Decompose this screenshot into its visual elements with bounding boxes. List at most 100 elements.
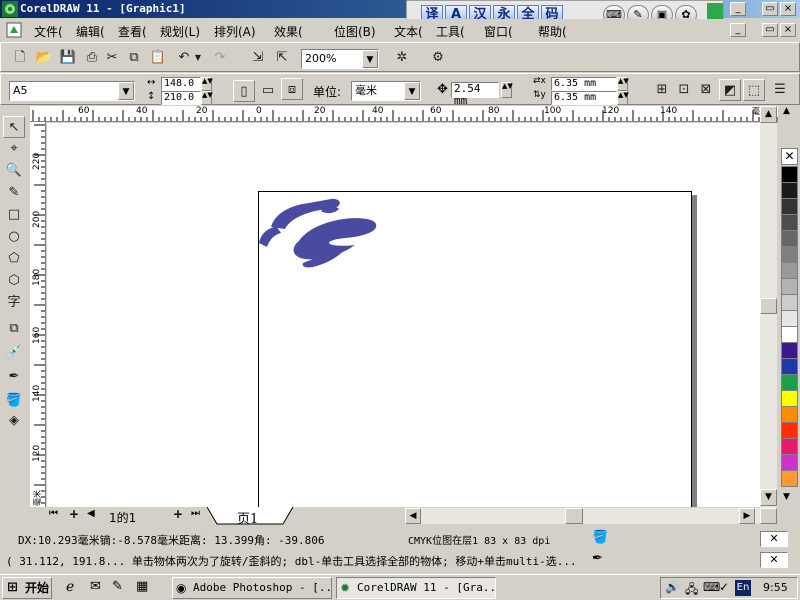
- outline-none-swatch[interactable]: ✕: [760, 552, 788, 568]
- restore-button[interactable]: ▭: [762, 2, 778, 16]
- color-swatch[interactable]: [781, 182, 798, 199]
- network-icon[interactable]: 🖧: [685, 580, 698, 600]
- corel-online-icon[interactable]: ⚙: [427, 47, 449, 69]
- color-swatch[interactable]: [781, 422, 798, 439]
- page-height-field[interactable]: 210.0 n: [161, 91, 201, 115]
- color-swatch[interactable]: [781, 438, 798, 455]
- ellipse-tool-icon[interactable]: ○: [3, 226, 25, 248]
- doc-restore-button[interactable]: ▭: [762, 23, 778, 37]
- vertical-ruler[interactable]: 220 200 180 160 140 120 毫米: [30, 122, 46, 507]
- color-swatch[interactable]: [781, 326, 798, 343]
- menu-file[interactable]: 文件(: [34, 23, 63, 40]
- pick-tool-icon[interactable]: ↖: [3, 116, 25, 138]
- polygon-tool-icon[interactable]: ⬠: [3, 248, 25, 270]
- eyedropper-tool-icon[interactable]: 💉: [3, 342, 25, 364]
- start-button[interactable]: ⊞ 开始: [2, 577, 52, 599]
- landscape-icon[interactable]: ▭: [257, 80, 279, 102]
- snap-icon[interactable]: ⊠: [695, 79, 717, 101]
- menu-bitmaps[interactable]: 位图(B): [334, 23, 376, 40]
- menu-text[interactable]: 文本(: [394, 23, 423, 40]
- chevron-down-icon[interactable]: ▼: [404, 82, 420, 100]
- palette-scroll-up-icon[interactable]: ▲: [783, 106, 790, 116]
- color-swatch[interactable]: [781, 342, 798, 359]
- menu-layout[interactable]: 规划(L): [160, 23, 200, 40]
- color-swatch[interactable]: [781, 262, 798, 279]
- copy-icon[interactable]: ⧉: [123, 47, 145, 69]
- fill-tool-icon[interactable]: 🪣: [3, 390, 25, 412]
- no-color-swatch[interactable]: ✕: [781, 148, 798, 165]
- interactive-fill-tool-icon[interactable]: ◈: [3, 410, 25, 432]
- color-swatch[interactable]: [781, 390, 798, 407]
- outlook-quicklaunch-icon[interactable]: ✉: [90, 579, 101, 594]
- nudge-field[interactable]: 2.54 mm: [451, 82, 499, 107]
- horizontal-ruler[interactable]: 60 40 20 0 20 40 60 80 100 120 140 毫米: [30, 106, 778, 122]
- menu-help[interactable]: 帮助(: [538, 23, 567, 40]
- last-page-icon[interactable]: ⏭: [191, 508, 200, 519]
- horizontal-scrollbar[interactable]: ◀ ▶: [405, 508, 760, 524]
- dup-x-spinner[interactable]: ▲▼: [617, 77, 629, 91]
- color-swatch[interactable]: [781, 358, 798, 375]
- fill-none-swatch[interactable]: ✕: [760, 531, 788, 547]
- page-width-field[interactable]: 148.0 n: [161, 77, 201, 101]
- rectangle-tool-icon[interactable]: □: [3, 204, 25, 226]
- color-swatch[interactable]: [781, 470, 798, 487]
- color-swatch[interactable]: [781, 230, 798, 247]
- taskbar-photoshop[interactable]: ◉ Adobe Photoshop - [...: [172, 577, 332, 599]
- ime-tray-icon[interactable]: ⌨: [703, 580, 720, 594]
- taskbar-coreldraw[interactable]: ✹ CorelDRAW 11 - [Gra...: [336, 577, 496, 599]
- logo-bitmap[interactable]: [251, 189, 391, 289]
- color-swatch[interactable]: [781, 406, 798, 423]
- language-indicator[interactable]: En: [735, 580, 751, 596]
- add-page-after-icon[interactable]: +: [173, 507, 183, 521]
- add-page-before-icon[interactable]: +: [69, 507, 79, 521]
- color-swatch[interactable]: [781, 374, 798, 391]
- ie-quicklaunch-icon[interactable]: ℯ: [66, 579, 74, 595]
- treat-as-filled-icon[interactable]: ◩: [719, 79, 741, 101]
- unit-combo[interactable]: 毫米 ▼: [351, 81, 421, 101]
- text-tool-icon[interactable]: 字: [3, 292, 25, 314]
- color-swatch[interactable]: [781, 310, 798, 327]
- shape-tool-icon[interactable]: ⌖: [3, 138, 25, 160]
- vertical-scrollbar[interactable]: ▲ ▼: [760, 106, 777, 508]
- paste-icon[interactable]: 📋: [147, 47, 169, 69]
- menu-window[interactable]: 窗口(: [484, 23, 513, 40]
- color-swatch[interactable]: [781, 454, 798, 471]
- first-page-icon[interactable]: ⏮: [49, 508, 58, 519]
- palette-scroll-down-icon[interactable]: ▼: [783, 492, 790, 502]
- scroll-up-icon[interactable]: ▲: [760, 106, 777, 123]
- coreldraw-app-icon[interactable]: [2, 1, 18, 17]
- portrait-icon[interactable]: ▯: [233, 80, 255, 102]
- all-pages-icon[interactable]: ⊞: [651, 79, 673, 101]
- scroll-down-icon[interactable]: ▼: [760, 489, 777, 506]
- undo-icon[interactable]: ↶: [173, 47, 195, 69]
- close-button[interactable]: ×: [780, 2, 796, 16]
- interactive-blend-tool-icon[interactable]: ⧉: [3, 318, 25, 340]
- paper-size-combo[interactable]: A5 ▼: [9, 81, 135, 101]
- drawing-canvas[interactable]: [47, 123, 760, 508]
- import-icon[interactable]: ⇲: [247, 47, 269, 69]
- export-icon[interactable]: ⇱: [271, 47, 293, 69]
- color-swatch[interactable]: [781, 246, 798, 263]
- page-layout-icon[interactable]: ⧈: [281, 78, 303, 100]
- doc-close-button[interactable]: ×: [780, 23, 796, 37]
- duplicate-x-field[interactable]: 6.35 mm: [551, 77, 617, 91]
- page-tab-label[interactable]: 页1: [237, 508, 258, 527]
- menu-edit[interactable]: 编辑(: [76, 23, 105, 40]
- doc-minimize-button[interactable]: _: [730, 23, 746, 37]
- chevron-down-icon[interactable]: ▼: [118, 82, 134, 100]
- speaker-icon[interactable]: 🔊: [665, 580, 680, 594]
- options-icon[interactable]: ☰: [769, 79, 791, 101]
- open-file-icon[interactable]: 📂: [33, 47, 55, 69]
- menu-effects[interactable]: 效果(: [274, 23, 303, 40]
- chevron-down-icon[interactable]: ▼: [362, 50, 378, 68]
- cut-icon[interactable]: ✂: [101, 47, 123, 69]
- hscroll-thumb[interactable]: [565, 508, 583, 524]
- scroll-thumb[interactable]: [760, 298, 777, 314]
- width-spinner[interactable]: ▲▼: [201, 77, 213, 91]
- document-menu-icon[interactable]: [6, 22, 22, 38]
- zoom-tool-icon[interactable]: 🔍: [3, 160, 25, 182]
- undo-dropdown-icon[interactable]: ▼: [193, 47, 203, 69]
- prev-page-icon[interactable]: ◀: [87, 508, 95, 519]
- menu-view[interactable]: 查看(: [118, 23, 147, 40]
- new-file-icon[interactable]: 🗋: [9, 47, 31, 69]
